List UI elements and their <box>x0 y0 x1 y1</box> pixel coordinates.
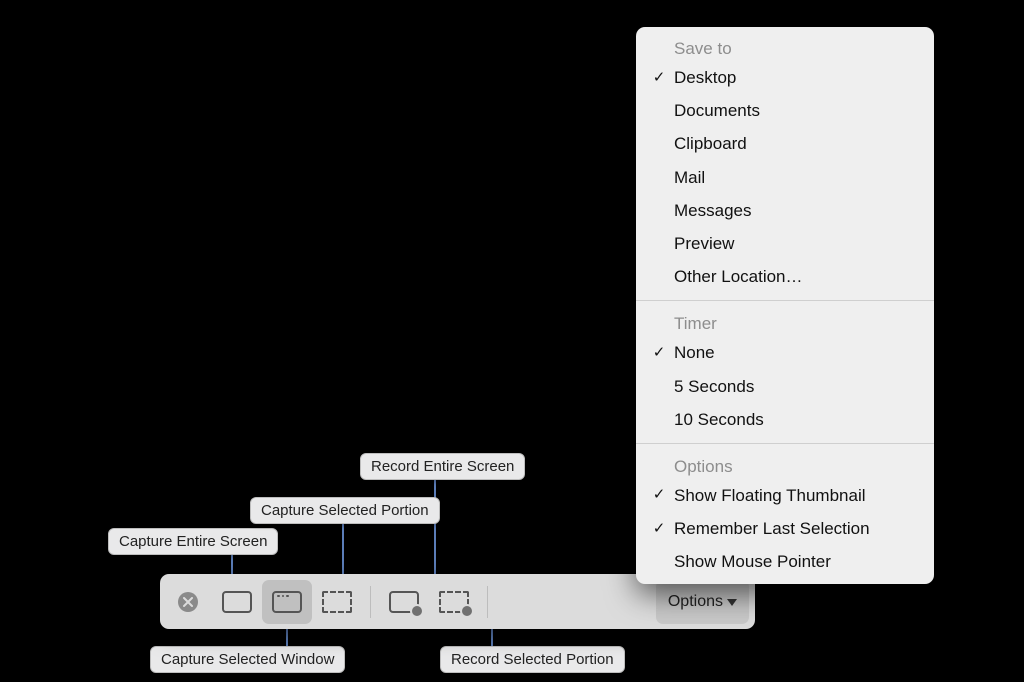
record-selected-portion-button[interactable] <box>429 580 479 624</box>
check-icon: ✓ <box>650 517 668 541</box>
capture-entire-screen-button[interactable] <box>212 580 262 624</box>
close-button[interactable] <box>170 580 206 624</box>
menu-item-timer-10s[interactable]: 10 Seconds <box>636 403 934 436</box>
chevron-down-icon <box>727 599 737 606</box>
menu-separator <box>636 300 934 301</box>
menu-item-show-mouse-pointer[interactable]: Show Mouse Pointer <box>636 545 934 578</box>
record-entire-screen-button[interactable] <box>379 580 429 624</box>
options-button[interactable]: Options <box>656 580 749 624</box>
check-icon: ✓ <box>650 483 668 507</box>
menu-item-timer-none[interactable]: ✓None <box>636 336 934 369</box>
menu-item-messages[interactable]: Messages <box>636 194 934 227</box>
menu-item-remember-selection[interactable]: ✓Remember Last Selection <box>636 512 934 545</box>
callout-record-entire-screen: Record Entire Screen <box>360 453 525 480</box>
toolbar-divider <box>370 586 371 618</box>
callout-capture-selected-portion: Capture Selected Portion <box>250 497 440 524</box>
toolbar-divider <box>487 586 488 618</box>
menu-item-documents[interactable]: Documents <box>636 94 934 127</box>
menu-item-mail[interactable]: Mail <box>636 161 934 194</box>
menu-section-timer: Timer <box>636 308 934 336</box>
record-selection-icon <box>439 591 469 613</box>
capture-selected-window-button[interactable] <box>262 580 312 624</box>
options-menu: Save to ✓Desktop Documents Clipboard Mai… <box>636 27 934 584</box>
capture-selected-portion-button[interactable] <box>312 580 362 624</box>
options-label: Options <box>668 593 723 611</box>
callout-capture-entire-screen: Capture Entire Screen <box>108 528 278 555</box>
menu-item-other-location[interactable]: Other Location… <box>636 260 934 293</box>
menu-item-preview[interactable]: Preview <box>636 227 934 260</box>
menu-section-save-to: Save to <box>636 33 934 61</box>
selection-icon <box>322 591 352 613</box>
menu-item-timer-5s[interactable]: 5 Seconds <box>636 370 934 403</box>
check-icon: ✓ <box>650 66 668 90</box>
record-screen-icon <box>389 591 419 613</box>
callout-capture-selected-window: Capture Selected Window <box>150 646 345 673</box>
menu-item-clipboard[interactable]: Clipboard <box>636 127 934 160</box>
screen-icon <box>222 591 252 613</box>
callout-record-selected-portion: Record Selected Portion <box>440 646 625 673</box>
menu-separator <box>636 443 934 444</box>
close-icon <box>178 592 198 612</box>
check-icon: ✓ <box>650 341 668 365</box>
menu-item-floating-thumbnail[interactable]: ✓Show Floating Thumbnail <box>636 479 934 512</box>
menu-section-options: Options <box>636 451 934 479</box>
menu-item-desktop[interactable]: ✓Desktop <box>636 61 934 94</box>
window-icon <box>272 591 302 613</box>
